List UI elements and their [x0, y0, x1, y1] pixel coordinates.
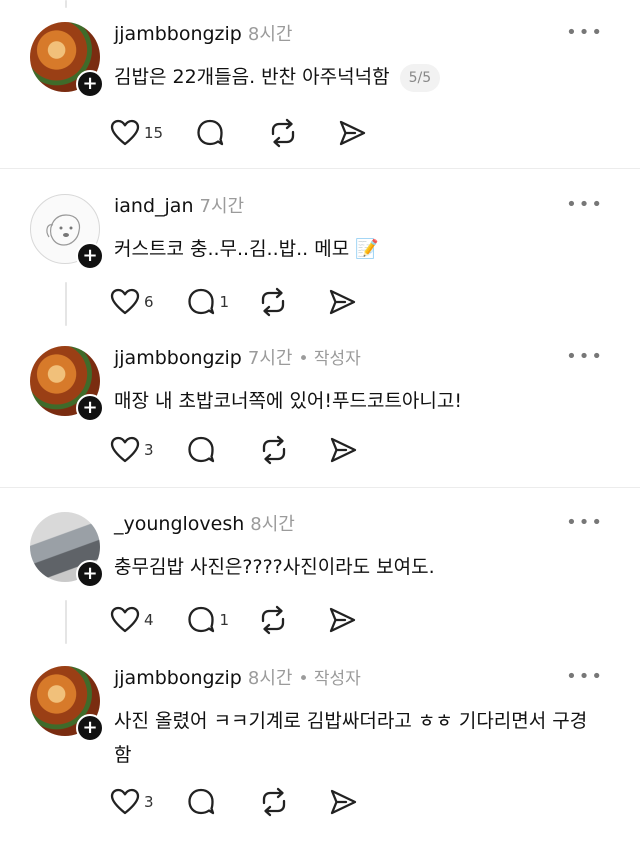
post-text-content: 매장 내 초밥코너쪽에 있어!푸드코트아니고!	[114, 390, 462, 412]
author-tag: • 작성자	[298, 669, 361, 689]
action-bar: 3	[110, 786, 380, 818]
send-icon	[329, 289, 356, 315]
reply-count: 1	[219, 611, 230, 629]
comment-post-5: + jjambbongzip 8시간 • 작성자 ••• 사진 올렸어 ㅋㅋ기계…	[0, 666, 640, 856]
share-button[interactable]	[337, 117, 367, 149]
timestamp: 7시간	[199, 196, 245, 217]
comment-icon	[187, 606, 214, 633]
username[interactable]: iand_jan	[114, 195, 194, 217]
more-options-icon[interactable]: •••	[566, 194, 604, 215]
more-options-icon[interactable]: •••	[566, 22, 604, 43]
share-button[interactable]	[328, 434, 358, 466]
repost-icon	[271, 118, 295, 148]
like-count: 6	[144, 293, 154, 311]
like-button[interactable]: 6	[110, 286, 154, 318]
share-button[interactable]	[327, 604, 357, 636]
action-bar: 3	[110, 434, 380, 466]
post-text-content: 사진 올렸어 ㅋㅋ기계로 김밥싸더라고 ㅎㅎ 기다리면서 구경함	[114, 710, 588, 766]
like-count: 3	[144, 793, 154, 811]
post-text-content: 충무김밥 사진은????사진이라도 보여도.	[114, 556, 435, 578]
post-header: jjambbongzip 8시간	[114, 20, 292, 48]
more-options-icon[interactable]: •••	[566, 512, 604, 533]
username[interactable]: jjambbongzip	[114, 667, 242, 689]
reply-button[interactable]: 1	[186, 604, 230, 636]
share-button[interactable]	[327, 286, 357, 318]
heart-icon	[110, 436, 140, 463]
repost-button[interactable]	[267, 117, 299, 149]
comment-icon	[187, 288, 214, 315]
share-button[interactable]	[328, 786, 358, 818]
post-text: 커스트코 충..무..김..밥.. 메모 📝	[114, 232, 604, 266]
repost-icon	[262, 435, 285, 465]
reply-button[interactable]	[195, 117, 229, 149]
like-count: 3	[144, 441, 154, 459]
post-text: 김밥은 22개들음. 반찬 아주넉넉함 5/5	[114, 60, 604, 94]
send-icon	[330, 789, 356, 815]
follow-plus-icon[interactable]: +	[76, 242, 104, 270]
follow-plus-icon[interactable]: +	[76, 394, 104, 422]
repost-button[interactable]	[257, 286, 289, 318]
like-button[interactable]: 15	[110, 117, 163, 149]
comment-icon	[187, 436, 214, 463]
timestamp: 7시간	[247, 348, 293, 369]
comment-icon	[197, 119, 224, 146]
heart-icon	[110, 119, 140, 146]
reply-button[interactable]	[186, 434, 220, 466]
author-tag: • 작성자	[298, 349, 361, 369]
send-icon	[339, 120, 366, 146]
action-bar: 6 1	[110, 286, 379, 318]
reply-button[interactable]: 1	[186, 286, 230, 318]
like-button[interactable]: 3	[110, 434, 154, 466]
comment-post-2: + iand_jan 7시간 ••• 커스트코 충..무..김..밥.. 메모 …	[0, 194, 640, 344]
heart-icon	[110, 288, 140, 315]
comment-post-1: + jjambbongzip 8시간 ••• 김밥은 22개들음. 반찬 아주넉…	[0, 22, 640, 172]
like-count: 15	[144, 124, 164, 142]
heart-icon	[110, 788, 140, 815]
repost-button[interactable]	[257, 604, 289, 636]
comment-post-4: + _younglovesh 8시간 ••• 충무김밥 사진은????사진이라도…	[0, 512, 640, 662]
send-icon	[330, 437, 356, 463]
follow-plus-icon[interactable]: +	[76, 70, 104, 98]
follow-plus-icon[interactable]: +	[76, 714, 104, 742]
follow-plus-icon[interactable]: +	[76, 560, 104, 588]
comment-icon	[187, 788, 214, 815]
post-text: 매장 내 초밥코너쪽에 있어!푸드코트아니고!	[114, 384, 604, 418]
comment-post-3: + jjambbongzip 7시간 • 작성자 ••• 매장 내 초밥코너쪽에…	[0, 346, 640, 496]
post-header: _younglovesh 8시간	[114, 510, 295, 538]
send-icon	[329, 607, 356, 633]
timestamp: 8시간	[247, 24, 293, 45]
post-text: 사진 올렸어 ㅋㅋ기계로 김밥싸더라고 ㅎㅎ 기다리면서 구경함	[114, 704, 594, 772]
repost-button[interactable]	[258, 786, 290, 818]
repost-icon	[261, 605, 285, 635]
post-header: iand_jan 7시간	[114, 192, 244, 220]
post-text-content: 김밥은 22개들음. 반찬 아주넉넉함	[114, 66, 390, 88]
username[interactable]: jjambbongzip	[114, 23, 242, 45]
post-text: 충무김밥 사진은????사진이라도 보여도.	[114, 550, 604, 584]
like-button[interactable]: 4	[110, 604, 154, 636]
timestamp: 8시간	[250, 514, 295, 535]
more-options-icon[interactable]: •••	[566, 346, 604, 367]
post-text-content: 커스트코 충..무..김..밥.. 메모 📝	[114, 238, 379, 260]
action-bar: 15	[110, 117, 389, 149]
like-count: 4	[144, 611, 154, 629]
post-header: jjambbongzip 8시간 • 작성자	[114, 664, 361, 692]
thread-count-badge: 5/5	[399, 63, 441, 92]
action-bar: 4 1	[110, 604, 379, 636]
timestamp: 8시간	[247, 668, 293, 689]
post-header: jjambbongzip 7시간 • 작성자	[114, 344, 361, 372]
heart-icon	[110, 606, 140, 633]
repost-button[interactable]	[258, 434, 290, 466]
reply-button[interactable]	[186, 786, 220, 818]
repost-icon	[261, 287, 285, 317]
like-button[interactable]: 3	[110, 786, 154, 818]
username[interactable]: jjambbongzip	[114, 347, 242, 369]
repost-icon	[262, 787, 285, 817]
reply-count: 1	[219, 293, 230, 311]
more-options-icon[interactable]: •••	[566, 666, 604, 687]
username[interactable]: _younglovesh	[114, 513, 244, 535]
thread-line-top	[65, 0, 67, 8]
